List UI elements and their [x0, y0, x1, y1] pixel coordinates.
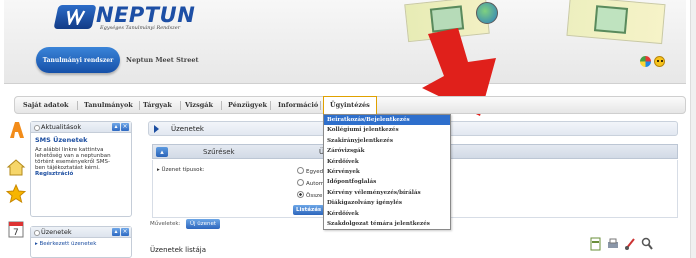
collapse-filter-icon[interactable]: ▴: [156, 147, 168, 157]
svg-text:7: 7: [13, 228, 19, 238]
arrow-right-icon: [154, 125, 159, 133]
menu-separator: [139, 101, 140, 110]
dropdown-item-diakigazolvany[interactable]: Diákigazolvány igénylés: [324, 198, 450, 208]
main-menu-bar: Saját adatok Tanulmányok Tárgyak Vizsgák…: [14, 96, 686, 115]
menu-targyak[interactable]: Tárgyak: [143, 101, 172, 109]
header-icons: [640, 56, 665, 67]
page-scrollbar[interactable]: [690, 0, 696, 258]
menu-separator: [180, 101, 181, 110]
box-close-icon[interactable]: ×: [121, 228, 129, 236]
dropdown-item-kerveny-velemenyezes[interactable]: Kérvény véleményezés/bírálás: [324, 188, 450, 198]
news-box-header: Aktualitások ▴ ×: [31, 122, 131, 133]
list-button[interactable]: Listázás: [293, 205, 325, 215]
sms-description: Az alábbi linkre kattintva lehetőség van…: [35, 147, 111, 171]
globe-icon: [476, 2, 498, 24]
message-type-label: ▸ Üzenet típusok:: [157, 167, 205, 173]
inbox-link[interactable]: Beérkezett üzenetek: [40, 241, 97, 247]
operations-label: Műveletek:: [150, 221, 181, 227]
dropdown-item-kervenyek[interactable]: Kérvények: [324, 167, 450, 177]
star-icon[interactable]: [6, 184, 26, 204]
university-name: Neptun Meet Street: [126, 56, 199, 64]
dropdown-item-beiratkozas[interactable]: Beiratkozás/Bejelentkezés: [324, 115, 450, 126]
menu-penzugyek[interactable]: Pénzügyek: [228, 101, 267, 109]
settings-icon[interactable]: [624, 237, 636, 251]
dropdown-item-zarovizsgak[interactable]: Záróvizsgák: [324, 146, 450, 156]
menu-informacio[interactable]: Információ: [278, 101, 318, 109]
dropdown-item-kerdoivek-2[interactable]: Kérdőívek: [324, 209, 450, 219]
menu-separator: [77, 101, 78, 110]
menu-vizsgak[interactable]: Vizsgák: [185, 101, 213, 109]
dropdown-item-szakirany[interactable]: Szakirányjelentkezés: [324, 136, 450, 146]
news-box: Aktualitások ▴ × SMS Üzenetek Az alábbi …: [30, 121, 132, 217]
radio-automatic[interactable]: Autom: [297, 179, 324, 187]
messages-box-header: Üzenetek ▴ ×: [31, 227, 131, 238]
message-list-title: Üzenetek listája: [150, 246, 206, 254]
header: NEPTUN Egységes Tanulmányi Rendszer Tanu…: [4, 0, 686, 84]
neptun-logo-icon[interactable]: [53, 5, 97, 29]
messages-box-title: Üzenetek: [41, 228, 72, 236]
dropdown-item-szakdolgozat[interactable]: Szakdolgozat témára jelentkezés: [324, 219, 450, 229]
filter-label: Szűrések: [203, 148, 235, 156]
system-pill[interactable]: Tanulmányi rendszer: [36, 47, 120, 73]
box-collapse-icon[interactable]: ▴: [112, 228, 120, 236]
page-title: Üzenetek: [171, 125, 204, 133]
ugyintezes-dropdown: Beiratkozás/Bejelentkezés Kollégiumi jel…: [323, 114, 451, 231]
menu-separator: [221, 101, 222, 110]
logo-text[interactable]: NEPTUN: [96, 3, 195, 27]
registration-link[interactable]: Regisztráció: [35, 171, 127, 177]
search-icon[interactable]: [641, 237, 653, 251]
menu-ugyintezes[interactable]: Ügyintézés: [323, 96, 377, 115]
news-box-title: Aktualitások: [41, 123, 82, 131]
menu-tanulmanyok[interactable]: Tanulmányok: [84, 101, 133, 109]
calendar-icon[interactable]: 7: [6, 219, 26, 239]
box-collapse-icon[interactable]: ▴: [112, 123, 120, 131]
smiley-icon[interactable]: [654, 56, 665, 67]
dropdown-item-kollegiumi[interactable]: Kollégiumi jelentkezés: [324, 125, 450, 135]
logo-subtitle: Egységes Tanulmányi Rendszer: [100, 25, 181, 31]
messages-box: Üzenetek ▴ × ▸ Beérkezett üzenetek: [30, 226, 132, 258]
sms-title[interactable]: SMS Üzenetek: [35, 136, 127, 144]
dropdown-item-kerdoivek[interactable]: Kérdőívek: [324, 157, 450, 167]
menu-separator: [320, 101, 321, 110]
radio-individual[interactable]: Egyed: [297, 167, 323, 175]
news-a-icon[interactable]: [6, 120, 26, 140]
home-icon[interactable]: [6, 157, 26, 177]
export-icon[interactable]: [590, 237, 602, 251]
color-theme-icon[interactable]: [640, 56, 651, 67]
dropdown-item-idopontfoglalas[interactable]: Időpontfoglalás: [324, 177, 450, 187]
box-close-icon[interactable]: ×: [121, 123, 129, 131]
menu-saját-adatok[interactable]: Saját adatok: [23, 101, 69, 109]
menu-separator: [270, 101, 271, 110]
radio-all[interactable]: Össze: [297, 191, 322, 199]
new-message-button[interactable]: Új üzenet: [186, 219, 221, 229]
print-icon[interactable]: [607, 237, 619, 251]
list-toolbar: [590, 237, 653, 251]
children-drawing-right: [566, 0, 666, 45]
